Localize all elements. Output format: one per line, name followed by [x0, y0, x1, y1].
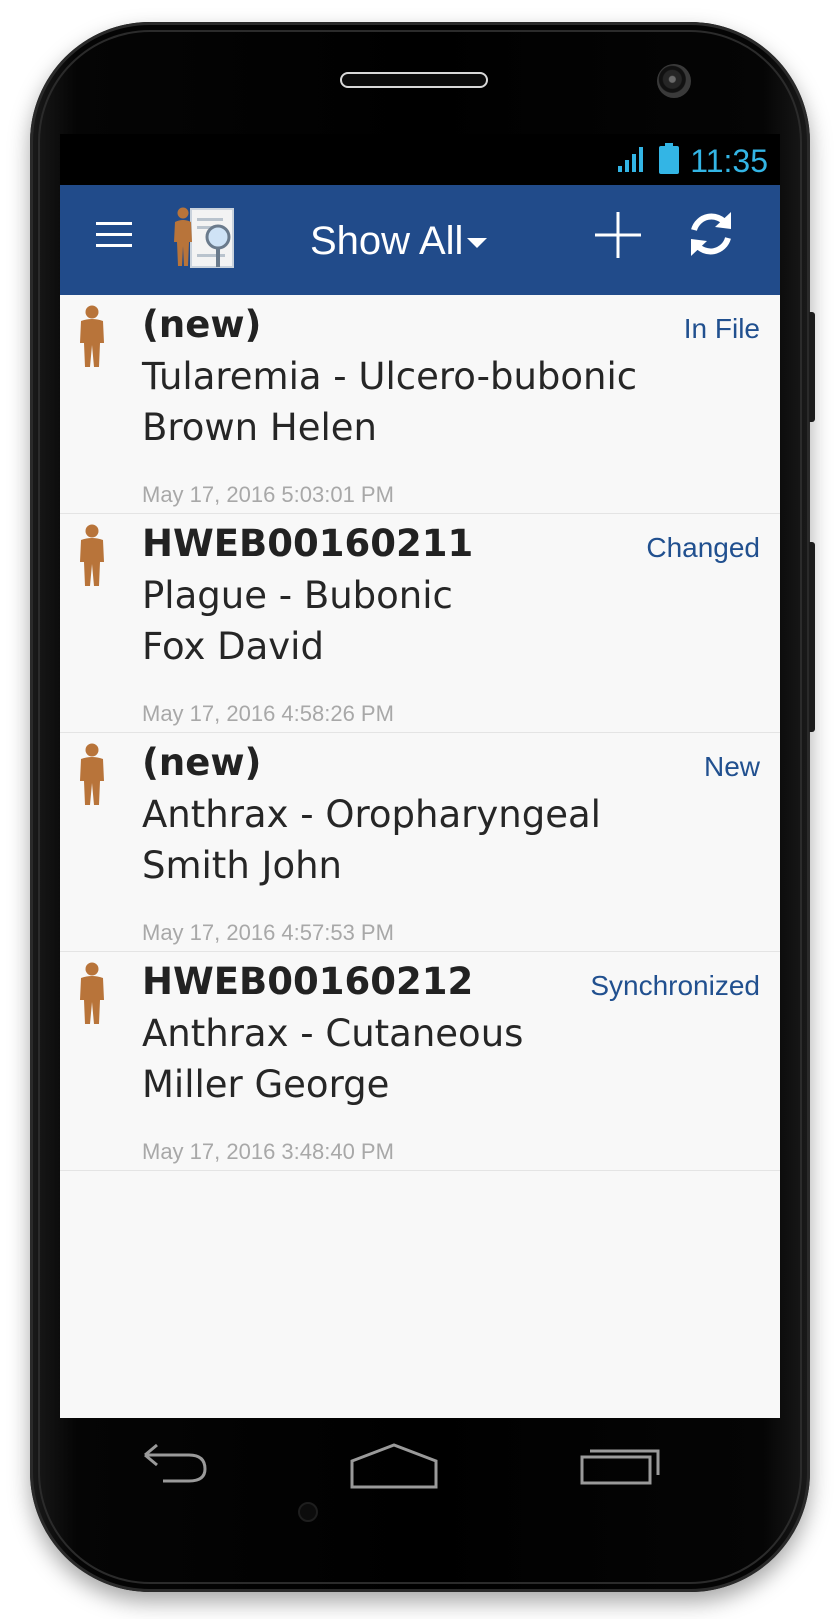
- filter-dropdown-label: Show All: [310, 218, 464, 263]
- front-camera: [657, 64, 691, 98]
- sync-button[interactable]: [678, 201, 744, 267]
- menu-icon: [96, 222, 132, 247]
- add-button[interactable]: [586, 203, 650, 267]
- case-id: (new): [142, 303, 262, 346]
- status-label: Changed: [646, 532, 760, 563]
- status-bar: 11:35: [60, 134, 780, 185]
- disease-name: Anthrax - Oropharyngeal: [142, 793, 601, 836]
- earpiece-speaker: [340, 72, 488, 88]
- patient-name: Smith John: [142, 844, 342, 887]
- case-id: HWEB00160211: [142, 522, 474, 565]
- person-icon: [78, 524, 106, 592]
- phone-screen: 11:35 Show All (new) Tularemia - Ulcero-…: [60, 134, 780, 1418]
- filter-dropdown[interactable]: Show All: [310, 215, 488, 267]
- person-icon: [78, 962, 106, 1030]
- list-item[interactable]: (new) Tularemia - Ulcero-bubonic Brown H…: [60, 295, 780, 514]
- recent-apps-icon: [580, 1449, 660, 1485]
- recent-apps-button[interactable]: [578, 1436, 664, 1496]
- timestamp: May 17, 2016 3:48:40 PM: [142, 1139, 394, 1164]
- case-id: HWEB00160212: [142, 960, 474, 1003]
- dropdown-caret-icon: [467, 238, 488, 248]
- case-search-icon: [174, 207, 234, 268]
- microphone: [298, 1502, 318, 1522]
- list-item[interactable]: HWEB00160211 Plague - Bubonic Fox David …: [60, 514, 780, 733]
- status-label: Synchronized: [590, 970, 760, 1001]
- plus-icon: [595, 212, 641, 258]
- status-icons: 11:35: [616, 140, 768, 182]
- status-label: In File: [683, 313, 760, 344]
- menu-button[interactable]: [86, 207, 142, 263]
- timestamp: May 17, 2016 4:57:53 PM: [142, 920, 394, 945]
- list-item[interactable]: (new) Anthrax - Oropharyngeal Smith John…: [60, 733, 780, 952]
- patient-name: Miller George: [142, 1063, 390, 1106]
- timestamp: May 17, 2016 5:03:01 PM: [142, 482, 394, 507]
- signal-icon: [616, 144, 648, 178]
- case-id: (new): [142, 741, 262, 784]
- home-button[interactable]: [346, 1436, 442, 1496]
- app-bar: Show All: [60, 185, 780, 295]
- status-clock: 11:35: [690, 142, 768, 179]
- battery-icon: [658, 143, 680, 179]
- home-icon: [350, 1443, 438, 1489]
- disease-name: Tularemia - Ulcero-bubonic: [142, 355, 638, 398]
- list-item[interactable]: HWEB00160212 Anthrax - Cutaneous Miller …: [60, 952, 780, 1171]
- case-list: (new) Tularemia - Ulcero-bubonic Brown H…: [60, 295, 780, 1171]
- back-icon: [144, 1443, 207, 1483]
- disease-name: Anthrax - Cutaneous: [142, 1012, 524, 1055]
- person-icon: [78, 743, 106, 811]
- volume-button: [809, 312, 815, 422]
- navigation-bar: [60, 1418, 780, 1528]
- app-logo: [168, 203, 240, 275]
- patient-name: Fox David: [142, 625, 324, 668]
- timestamp: May 17, 2016 4:58:26 PM: [142, 701, 394, 726]
- person-icon: [78, 305, 106, 373]
- patient-name: Brown Helen: [142, 406, 377, 449]
- power-button: [809, 542, 815, 732]
- disease-name: Plague - Bubonic: [142, 574, 453, 617]
- sync-icon: [691, 212, 731, 256]
- status-label: New: [703, 751, 760, 782]
- back-button[interactable]: [120, 1436, 216, 1496]
